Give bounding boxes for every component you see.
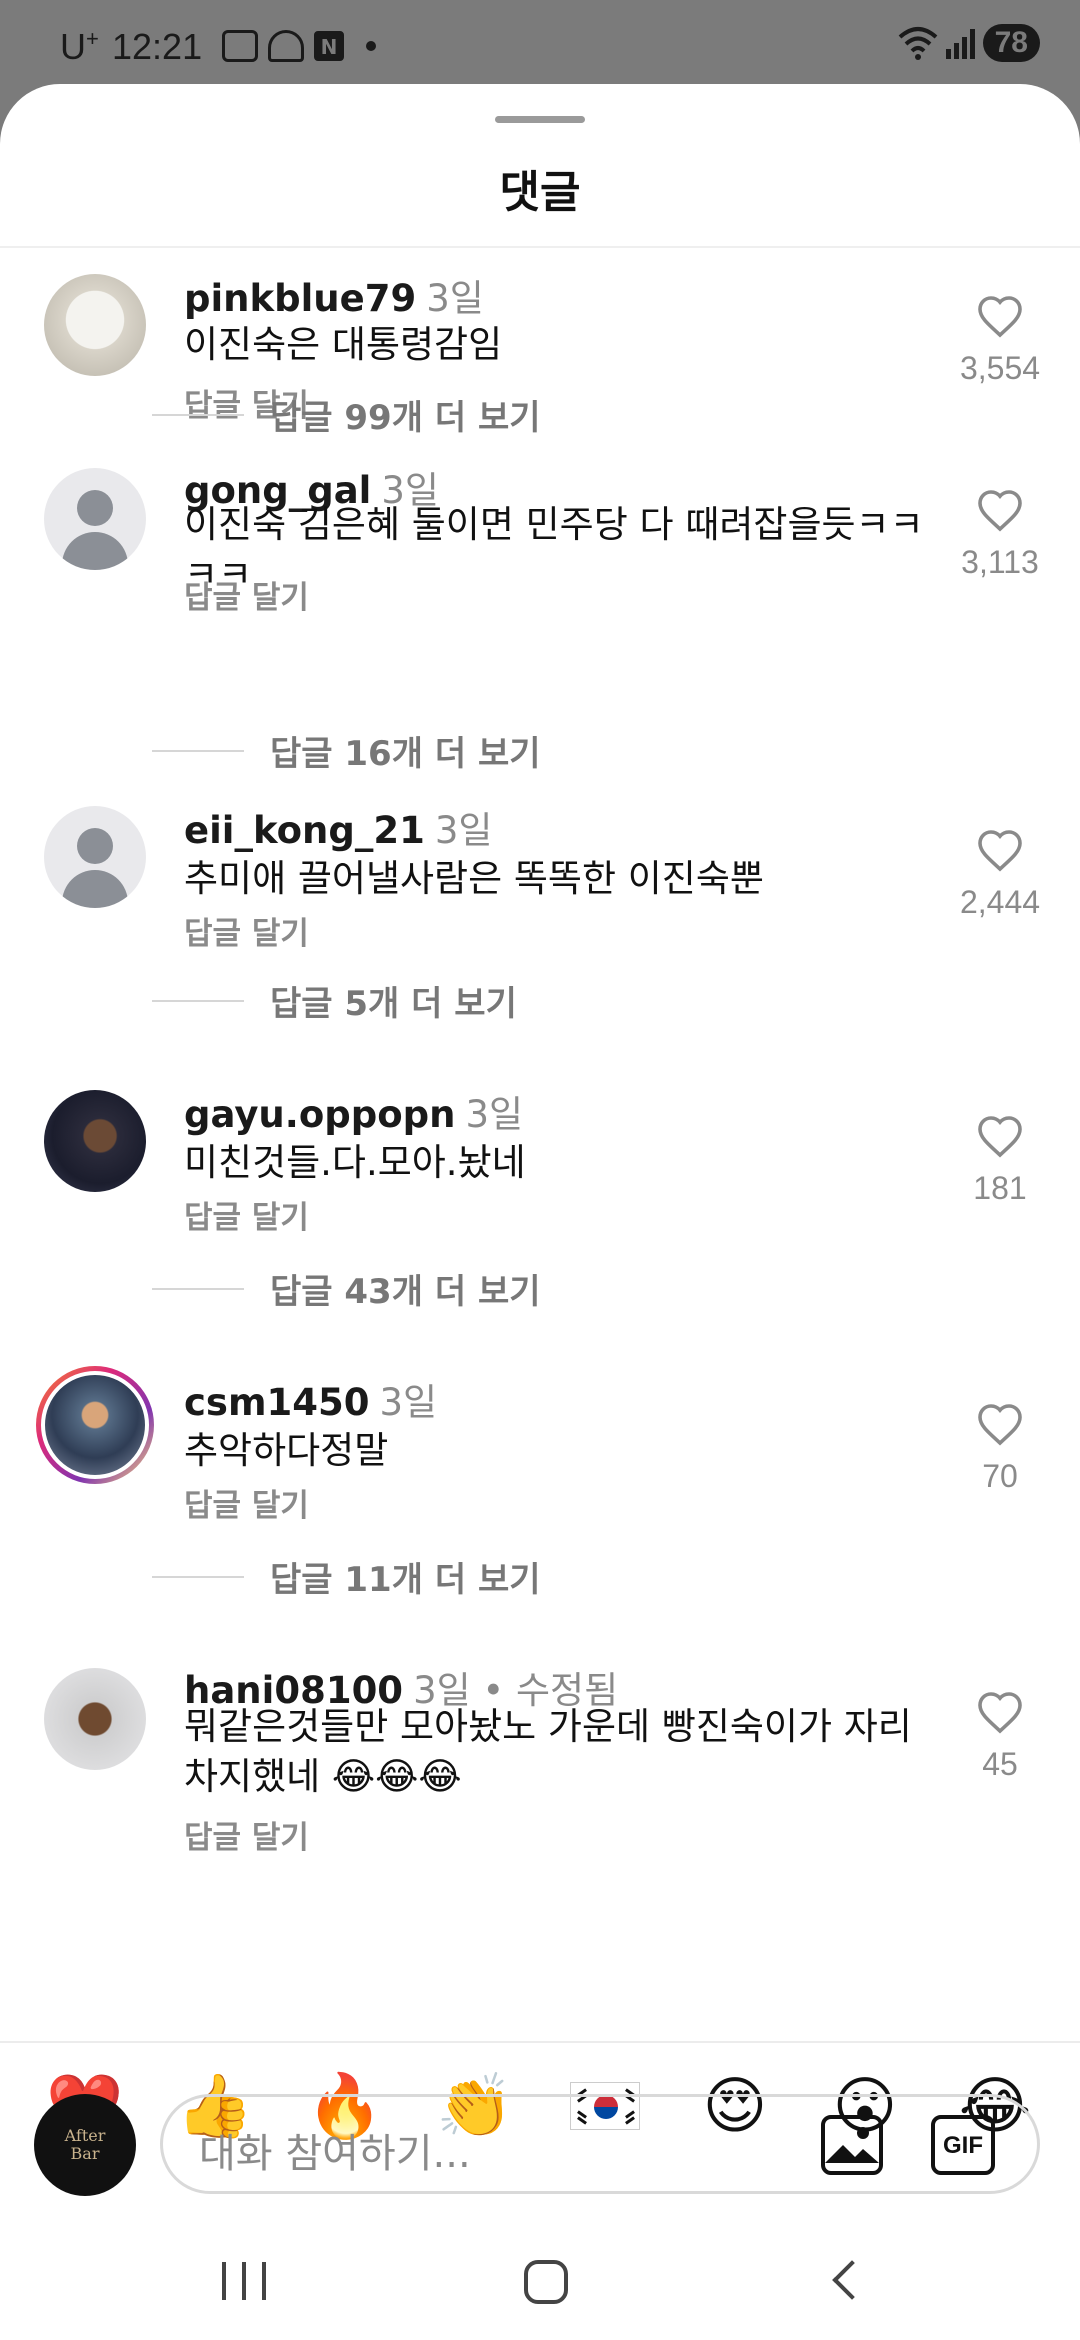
- like-button[interactable]: 45: [940, 1690, 1060, 1783]
- comment-text: 이진숙은 대통령감임: [184, 323, 503, 366]
- image-icon: [825, 2127, 879, 2163]
- comment-text: 추미애 끌어낼사람은 똑똑한 이진숙뿐: [184, 857, 764, 900]
- view-more-replies[interactable]: 답글 99개 더 보기: [152, 390, 541, 439]
- comment-username[interactable]: csm1450 3일: [184, 1372, 437, 1426]
- comment-item: hani08100 3일 • 수정됨 뭐같은것들만 모아놨노 가운데 빵진숙이가 …: [0, 1652, 1080, 1892]
- like-count: 3,113: [961, 544, 1039, 580]
- comment-text: 미친것들.다.모아.놨네: [184, 1141, 526, 1184]
- comment-list[interactable]: pinkblue79 3일 이진숙은 대통령감임 답글 달기 3,554 답글 9…: [0, 248, 1080, 2043]
- carrier-label: U+: [60, 26, 99, 67]
- reply-button[interactable]: 답글 달기: [184, 908, 309, 953]
- recents-button[interactable]: [222, 2262, 266, 2300]
- like-count: 2,444: [959, 884, 1041, 920]
- reply-button[interactable]: 답글 달기: [184, 1812, 309, 1857]
- comment-item: eii_kong_21 3일 추미애 끌어낼사람은 똑똑한 이진숙뿐 답글 달기 …: [0, 788, 1080, 978]
- view-more-replies[interactable]: 답글 5개 더 보기: [152, 976, 517, 1025]
- clock: 12:21: [112, 26, 203, 67]
- battery-indicator: 78: [982, 24, 1040, 62]
- heart-icon: [978, 1692, 1022, 1734]
- heart-icon: [978, 490, 1022, 532]
- divider: [0, 2041, 1080, 2043]
- reply-button[interactable]: 답글 달기: [184, 1480, 309, 1525]
- status-bar: U+ 12:21 N 78: [0, 0, 1080, 90]
- comment-item: gayu.oppopn 3일 미친것들.다.모아.놨네 답글 달기 181: [0, 1076, 1080, 1266]
- system-nav-bar: [0, 2220, 1080, 2340]
- signal-icon: [945, 27, 975, 59]
- like-count: 45: [982, 1746, 1018, 1782]
- sheet-title: 댓글: [499, 167, 581, 218]
- avatar[interactable]: [36, 1366, 154, 1484]
- heart-icon: [978, 1404, 1022, 1446]
- avatar[interactable]: [44, 468, 146, 570]
- comments-sheet: 댓글 pinkblue79 3일 이진숙은 대통령감임 답글 달기 3,554 답…: [0, 84, 1080, 2340]
- heart-icon: [978, 830, 1022, 872]
- comment-input[interactable]: 대화 참여하기... GIF: [160, 2094, 1040, 2194]
- comment-text: 뭐같은것들만 모아놨노 가운데 빵진숙이가 자리차지했네 😂😂😂: [184, 1705, 912, 1798]
- avatar-image: [41, 1371, 149, 1479]
- comment-item: csm1450 3일 추악하다정말 답글 달기 70: [0, 1364, 1080, 1554]
- comment-item: gong_gal 3일 이진숙 김은혜 둘이면 민주당 다 때려잡을듯ㅋㅋㅋㅋ 답…: [0, 448, 1080, 708]
- home-button[interactable]: [524, 2260, 568, 2304]
- comment-time: 3일: [465, 1093, 524, 1136]
- comment-username[interactable]: gayu.oppopn 3일: [184, 1084, 523, 1138]
- like-button[interactable]: 2,444: [940, 828, 1060, 921]
- avatar[interactable]: [44, 806, 146, 908]
- gif-button[interactable]: GIF: [931, 2115, 995, 2175]
- my-avatar[interactable]: After Bar: [34, 2094, 136, 2196]
- heart-icon: [978, 296, 1022, 338]
- comment-time: 3일: [426, 277, 484, 320]
- heart-icon: [978, 1116, 1022, 1158]
- view-more-replies[interactable]: 답글 11개 더 보기: [152, 1552, 541, 1601]
- app-icon: [268, 30, 304, 62]
- like-count: 3,554: [959, 350, 1041, 386]
- like-button[interactable]: 3,113: [940, 488, 1060, 581]
- comment-input-placeholder: 대화 참여하기...: [199, 2131, 471, 2177]
- view-more-replies[interactable]: 답글 16개 더 보기: [152, 726, 541, 775]
- wifi-icon: [898, 27, 937, 60]
- avatar[interactable]: [44, 274, 146, 376]
- like-button[interactable]: 70: [940, 1402, 1060, 1495]
- comment-username[interactable]: pinkblue79 3일: [184, 268, 484, 322]
- comment-text: 추악하다정말: [184, 1429, 389, 1472]
- comment-time: 3일: [434, 809, 493, 852]
- image-button[interactable]: [821, 2115, 883, 2175]
- drag-handle[interactable]: [495, 116, 585, 123]
- like-count: 181: [973, 1170, 1027, 1206]
- back-button[interactable]: [832, 2260, 872, 2300]
- screenshot-icon: [222, 30, 258, 62]
- n-icon: N: [314, 31, 344, 61]
- more-notifications-icon: [366, 41, 376, 51]
- avatar[interactable]: [44, 1090, 146, 1192]
- like-button[interactable]: 3,554: [940, 294, 1060, 387]
- avatar[interactable]: [44, 1668, 146, 1770]
- view-more-replies[interactable]: 답글 43개 더 보기: [152, 1264, 541, 1313]
- comment-username[interactable]: eii_kong_21 3일: [184, 800, 492, 854]
- like-count: 70: [982, 1458, 1018, 1494]
- reply-button[interactable]: 답글 달기: [184, 1192, 309, 1237]
- like-button[interactable]: 181: [940, 1114, 1060, 1207]
- comment-time: 3일: [379, 1381, 438, 1424]
- reply-button[interactable]: 답글 달기: [184, 572, 309, 617]
